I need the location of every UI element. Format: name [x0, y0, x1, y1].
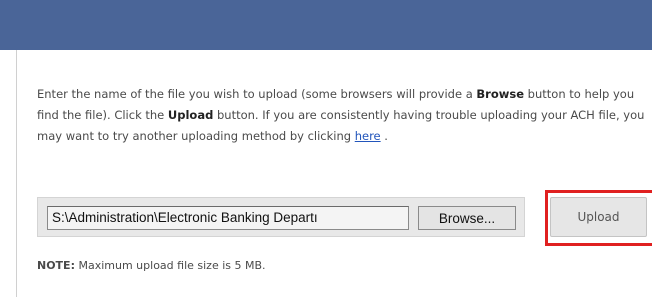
file-picker: S:\Administration\Electronic Banking Dep… [37, 197, 525, 237]
note-label: NOTE: [37, 259, 75, 272]
alternate-upload-link[interactable]: here [355, 129, 381, 143]
upload-keyword: Upload [167, 108, 214, 122]
instructions-text-1: Enter the name of the file you wish to u… [37, 87, 477, 101]
upload-panel: Enter the name of the file you wish to u… [16, 50, 652, 297]
file-size-note: NOTE: Maximum upload file size is 5 MB. [37, 259, 266, 272]
upload-instructions: Enter the name of the file you wish to u… [37, 84, 647, 147]
instructions-text-4: . [380, 129, 388, 143]
note-text: Maximum upload file size is 5 MB. [74, 259, 266, 272]
browse-keyword: Browse [476, 87, 525, 101]
upload-button[interactable]: Upload [550, 197, 647, 237]
browse-button[interactable]: Browse... [418, 206, 516, 230]
file-path-input[interactable]: S:\Administration\Electronic Banking Dep… [47, 206, 409, 230]
header-bar [0, 0, 652, 50]
